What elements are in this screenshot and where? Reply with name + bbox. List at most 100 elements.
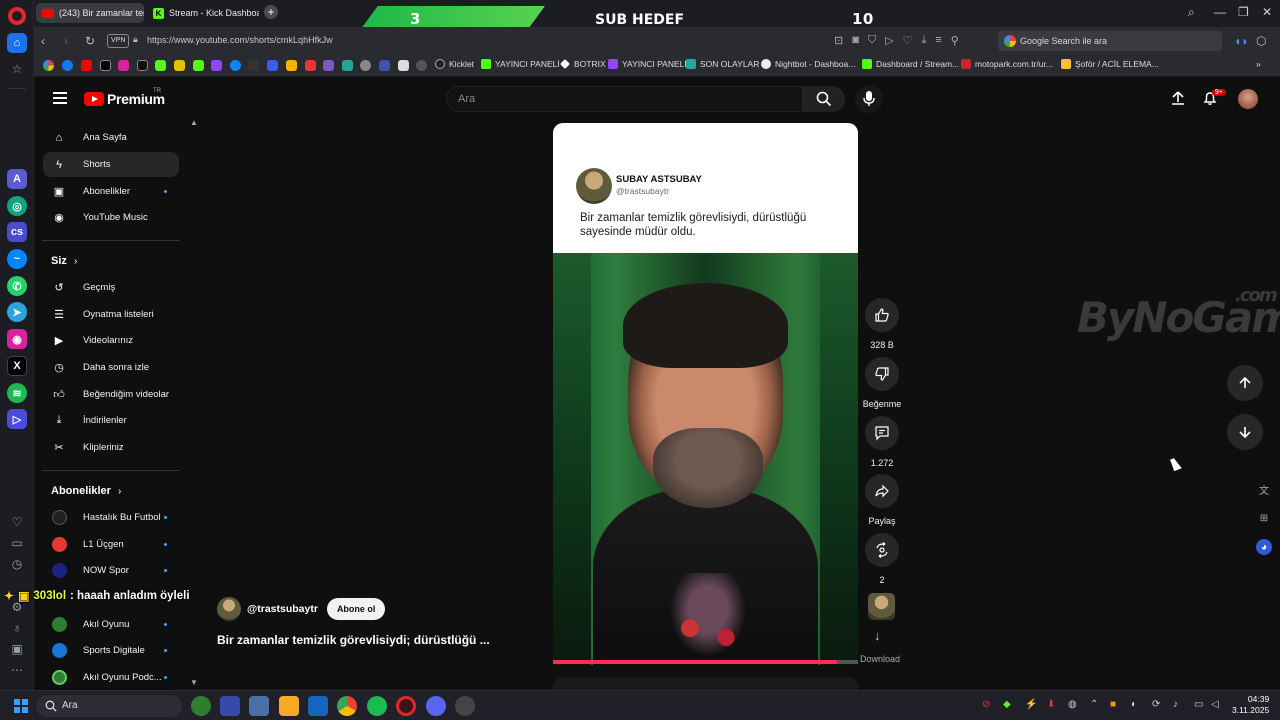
opera-taskbar-icon[interactable]: [396, 696, 416, 716]
sidebar-you-header[interactable]: Siz ›: [51, 255, 77, 267]
sidebar-item-playlists[interactable]: ☰ Oynatma listeleri: [43, 302, 179, 327]
player-icon[interactable]: ▷: [7, 409, 27, 429]
messages-icon[interactable]: ▭: [9, 535, 25, 551]
telegram-icon[interactable]: ➤: [7, 302, 27, 322]
tray-volume-icon[interactable]: ◁: [1211, 699, 1219, 710]
taskbar-search[interactable]: Ara: [36, 695, 182, 717]
snip-icon[interactable]: [308, 696, 328, 716]
sidebar-item-downloads[interactable]: ⤓ İndirilenler: [43, 408, 179, 433]
doc-bookmark-icon[interactable]: [398, 60, 409, 71]
short-channel-avatar[interactable]: [217, 597, 241, 621]
menu-address-icon[interactable]: ≡: [935, 34, 941, 47]
opera-logo-icon[interactable]: [8, 7, 26, 25]
sidebar-item-youtube-music[interactable]: ◉ YouTube Music: [43, 205, 179, 230]
messenger-icon[interactable]: ~: [7, 249, 27, 269]
lightbulb-icon[interactable]: ♁: [9, 620, 25, 636]
more-icon[interactable]: ⋯: [9, 662, 25, 678]
account-avatar[interactable]: [1238, 89, 1258, 109]
sidebar-scroll-up-icon[interactable]: ▲: [190, 118, 198, 127]
sidebar-scroll-down-icon[interactable]: ▼: [190, 678, 198, 687]
tray-download-icon[interactable]: ⬇: [1047, 699, 1055, 710]
previous-short-button[interactable]: [1227, 365, 1263, 401]
kick-bookmark-icon[interactable]: [155, 60, 166, 71]
url-field[interactable]: https://www.youtube.com/shorts/cmkLqhHfk…: [147, 35, 333, 45]
short-title[interactable]: Bir zamanlar temizlik görevlisiydi; dürü…: [217, 633, 490, 647]
chatgpt-icon[interactable]: ◎: [7, 196, 27, 216]
tray-chevron-icon[interactable]: ⌃: [1090, 699, 1098, 710]
download-arrow-icon[interactable]: ↓: [874, 628, 881, 643]
translate-icon[interactable]: 文: [1256, 481, 1272, 497]
download-label[interactable]: Download: [860, 654, 900, 664]
sound-thumbnail[interactable]: [868, 593, 895, 620]
short-video-player[interactable]: SUBAY ASTSUBAY @trastsubaytr Bir zamanla…: [553, 123, 858, 665]
obs-icon[interactable]: [455, 696, 475, 716]
facebook-bookmark-icon[interactable]: [62, 60, 73, 71]
tray-kick-icon[interactable]: ◆: [1003, 699, 1011, 710]
sidebar-item-watch-later[interactable]: ◷ Daha sonra izle: [43, 355, 179, 380]
next-short-button[interactable]: [1227, 414, 1263, 450]
x-icon[interactable]: X: [7, 356, 27, 376]
tray-steam-icon[interactable]: ◍: [1068, 699, 1077, 710]
whatsapp-icon[interactable]: ✆: [7, 276, 27, 296]
new-tab-button[interactable]: +: [264, 5, 278, 19]
home-icon[interactable]: ⌂: [7, 33, 27, 53]
tab-kick[interactable]: K Stream - Kick Dashboard: [147, 3, 259, 23]
star-icon[interactable]: ☆: [9, 61, 25, 77]
sidebar-channel-l1-ucgen[interactable]: L1 Üçgen: [43, 532, 179, 557]
github-bookmark-icon[interactable]: [416, 60, 427, 71]
short-channel-handle[interactable]: @trastsubaytr: [247, 603, 318, 615]
instagram-bookmark-icon[interactable]: [118, 60, 129, 71]
tiktok-bookmark-icon[interactable]: [137, 60, 148, 71]
m-bookmark-icon[interactable]: [267, 60, 278, 71]
sidebar-item-shorts[interactable]: ϟ Shorts: [43, 152, 179, 177]
purple-bookmark-icon[interactable]: [323, 60, 334, 71]
s-bookmark-icon[interactable]: [174, 60, 185, 71]
bookmark-dashboard-stream[interactable]: Dashboard / Stream...: [862, 59, 959, 69]
back-icon[interactable]: ‹: [41, 34, 45, 48]
taskbar-clock[interactable]: 04:39 3.11.2025: [1232, 694, 1269, 716]
like-action[interactable]: 328 B: [864, 298, 900, 350]
next-short-preview[interactable]: [553, 677, 858, 690]
search-button[interactable]: [803, 86, 845, 112]
comments-action[interactable]: 1.272: [864, 416, 900, 468]
tray-sync-icon[interactable]: ⟳: [1152, 699, 1160, 710]
messenger-alt-icon[interactable]: cs: [7, 222, 27, 242]
x-bookmark-icon[interactable]: [100, 60, 111, 71]
extensions-icon[interactable]: ▣: [9, 641, 25, 657]
voice-search-button[interactable]: [855, 85, 883, 113]
teal-bookmark-icon[interactable]: [342, 60, 353, 71]
assistant-icon[interactable]: ◕: [1256, 539, 1272, 555]
dislike-button[interactable]: [865, 357, 899, 391]
blue-bookmark-icon[interactable]: [230, 60, 241, 71]
remix-button[interactable]: [865, 533, 899, 567]
tray-mic-icon[interactable]: ♪: [1173, 699, 1178, 710]
kick2-bookmark-icon[interactable]: [193, 60, 204, 71]
sidebar-item-home[interactable]: ⌂ Ana Sayfa: [43, 125, 179, 150]
download-address-icon[interactable]: ⤓: [921, 34, 926, 47]
search-tabs-icon[interactable]: ⌕: [1188, 5, 1195, 20]
sidebar-channel-now-spor[interactable]: NOW Spor: [43, 558, 179, 583]
reload-icon[interactable]: ↻: [85, 34, 95, 48]
play-icon[interactable]: ▷: [885, 34, 893, 47]
globe-bookmark-icon[interactable]: [360, 60, 371, 71]
minimize-button[interactable]: —: [1214, 5, 1226, 19]
bookmark-son-olaylar[interactable]: SON OLAYLAR: [686, 59, 759, 69]
bookmark-motopark[interactable]: motopark.com.tr/ur...: [961, 59, 1053, 69]
instagram-icon[interactable]: ◉: [7, 329, 27, 349]
aria-icon[interactable]: A: [7, 169, 27, 189]
forward-icon[interactable]: ›: [64, 34, 68, 48]
tools-icon[interactable]: ⊞: [1256, 510, 1272, 526]
heart-icon[interactable]: ♡: [9, 514, 25, 530]
dislike-action[interactable]: Beğenme: [863, 357, 901, 409]
sidebar-channel-hastalik-bu-futbol[interactable]: Hastalık Bu Futbol: [43, 505, 179, 530]
sidebar-channel-akil-oyunu-podcast[interactable]: Akıl Oyunu Podc...: [43, 665, 179, 690]
search-input[interactable]: Ara: [446, 86, 803, 112]
sidebar-item-liked-videos[interactable]: 👍︎ Beğendiğim videolar: [43, 382, 179, 407]
maximize-button[interactable]: ❐: [1238, 5, 1249, 19]
calculator-icon[interactable]: [249, 696, 269, 716]
sidebar-subscriptions-header[interactable]: Abonelikler ›: [51, 485, 121, 497]
discord-icon[interactable]: [426, 696, 446, 716]
twitch-bookmark-icon[interactable]: [211, 60, 222, 71]
lock-icon[interactable]: 🔒︎: [133, 34, 138, 45]
subscribe-button[interactable]: Abone ol: [326, 598, 386, 620]
